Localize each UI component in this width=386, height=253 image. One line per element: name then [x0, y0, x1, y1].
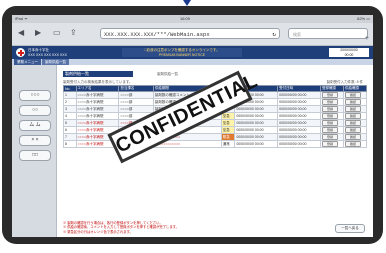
- header-datetime: 2000/00/00 00:00: [329, 48, 369, 57]
- browser-search-field[interactable]: 検索: [288, 28, 368, 39]
- area-name: ○○○○赤十字病院: [75, 112, 120, 120]
- org-subtitle: XXX XXX XXX XXX XXX: [28, 52, 67, 57]
- share-icon[interactable]: ⇪: [70, 28, 77, 37]
- bookmarks-icon[interactable]: ▭: [53, 28, 61, 37]
- confirm-button[interactable]: 確認: [344, 120, 361, 126]
- app-header: 日本赤十字社 XXX XXX XXX XXX XXX □血液の注意ボンプを確認す…: [12, 46, 373, 59]
- received-date: 0000/00/00 00:00: [277, 140, 321, 148]
- register-button[interactable]: 登録: [321, 127, 338, 133]
- header-notice: □血液の注意ボンプを確認するオンラインです。 PREMIUM BANNER NO…: [122, 48, 242, 57]
- url-field[interactable]: XXX.XXX.XXX.XXX/***/WebMain.aspx ↻: [100, 28, 280, 39]
- confirm-button[interactable]: 確認: [344, 92, 361, 98]
- confirm-button[interactable]: 確認: [344, 113, 361, 119]
- footnotes: ※ 製剤の確認を行う場合は、各行の登録ボタンを押してください。 ※ 供給の確認後…: [63, 221, 179, 234]
- sidebar-button-3[interactable]: ム ム: [19, 120, 51, 131]
- valid-date: 0000/00/00 00:00: [234, 119, 279, 127]
- red-cross-logo-icon: [16, 48, 25, 57]
- received-date: 0000/00/00 00:00: [277, 119, 321, 127]
- area-name: ○○○○赤十字病院: [75, 119, 120, 127]
- received-date: 0000/00/00 00:00: [277, 105, 321, 113]
- department: ○○○○部: [118, 105, 154, 113]
- row-number: 3: [63, 105, 77, 113]
- area-name: ○○○○赤十字病院: [75, 105, 120, 113]
- reload-icon[interactable]: ↻: [272, 29, 276, 38]
- category: 緊急: [220, 133, 236, 141]
- category: 至急: [220, 126, 236, 134]
- clock: 16:09: [180, 16, 191, 21]
- category: 通常: [220, 140, 236, 148]
- row-number: 8: [63, 140, 77, 148]
- table-row[interactable]: 8 ○○○○赤十字病院 ○○○○部 ○○○○○○○○○○○○ 通常 0000/0…: [63, 140, 368, 148]
- battery-status: 62% ▭: [357, 16, 370, 21]
- category: 至急: [220, 119, 236, 127]
- valid-date: 0000/00/00 00:00: [234, 126, 279, 134]
- status-bar: iPad ᯤ 16:09 62% ▭: [12, 15, 373, 23]
- forward-arrow-icon[interactable]: ▶: [35, 28, 41, 37]
- sidebar-button-5[interactable]: □□: [19, 150, 51, 161]
- received-date: 0000/00/00 00:00: [277, 112, 321, 120]
- register-button[interactable]: 登録: [321, 120, 338, 126]
- row-number: 1: [63, 91, 77, 99]
- row-number: 2: [63, 98, 77, 106]
- confirm-button[interactable]: 確認: [344, 134, 361, 140]
- valid-date: 0000/00/00 00:00: [234, 112, 279, 120]
- register-button[interactable]: 登録: [321, 99, 338, 105]
- row-number: 4: [63, 112, 77, 120]
- header-time: 00:00: [344, 52, 354, 57]
- area-name: ○○○○赤十字病院: [75, 98, 120, 106]
- row-number: 7: [63, 133, 77, 141]
- valid-date: 0000/00/00 00:00: [234, 105, 279, 113]
- new-tab-icon[interactable]: +: [365, 35, 369, 42]
- received-date: 0000/00/00 00:00: [277, 98, 321, 106]
- row-number: 5: [63, 119, 77, 127]
- register-button[interactable]: 登録: [321, 92, 338, 98]
- section-title: 製剤供給一覧: [63, 71, 133, 77]
- received-date: 0000/00/00 00:00: [277, 133, 321, 141]
- sidebar-button-2[interactable]: ○○: [19, 105, 51, 116]
- register-button[interactable]: 登録: [321, 141, 338, 147]
- sidebar: ○○○ ○○ ム ム × × □□: [12, 65, 57, 237]
- footnote: ※ 緊急区分の行はオレンジ色で表示されます。: [63, 229, 133, 234]
- confirm-button[interactable]: 確認: [344, 127, 361, 133]
- confirm-button[interactable]: 確認: [344, 99, 361, 105]
- back-arrow-icon[interactable]: ◀: [18, 28, 24, 37]
- confirm-button[interactable]: 確認: [344, 106, 361, 112]
- department: ○○○○部: [118, 98, 154, 106]
- sidebar-button-1[interactable]: ○○○: [19, 90, 51, 101]
- valid-date: 0000/00/00 00:00: [234, 133, 279, 141]
- department: ○○○○部: [118, 91, 154, 99]
- url-text: XXX.XXX.XXX.XXX/***/WebMain.aspx: [104, 31, 210, 38]
- received-date: 0000/00/00 00:00: [277, 91, 321, 99]
- browser-toolbar: ◀ ▶ ▭ ⇪ XXX.XXX.XXX.XXX/***/WebMain.aspx…: [12, 23, 373, 46]
- register-button[interactable]: 登録: [321, 113, 338, 119]
- confirm-button[interactable]: 確認: [344, 141, 361, 147]
- area-name: ○○○○赤十字病院: [75, 91, 120, 99]
- table-row[interactable]: 5 ○○○○赤十字病院 ○○○○部 ○○○○○○○○○○○○ 至急 0000/0…: [63, 119, 368, 127]
- back-to-list-button[interactable]: 一覧へ戻る: [335, 224, 365, 233]
- section-subtitle: 製剤供給一覧: [157, 72, 178, 76]
- row-number: 6: [63, 126, 77, 134]
- wifi-status: iPad ᯤ: [15, 16, 28, 21]
- register-button[interactable]: 登録: [321, 134, 338, 140]
- footnote: ※ 供給の確認後、コメントを入力して登録ボタンを押すと確認が完了します。: [63, 225, 179, 230]
- received-date: 0000/00/00 00:00: [277, 126, 321, 134]
- valid-date: 0000/00/00 00:00: [234, 140, 279, 148]
- register-button[interactable]: 登録: [321, 106, 338, 112]
- org-name: 日本赤十字社: [28, 48, 49, 52]
- notice-line-2: PREMIUM BANNER NOTICE: [158, 52, 206, 57]
- sidebar-button-4[interactable]: × ×: [19, 135, 51, 146]
